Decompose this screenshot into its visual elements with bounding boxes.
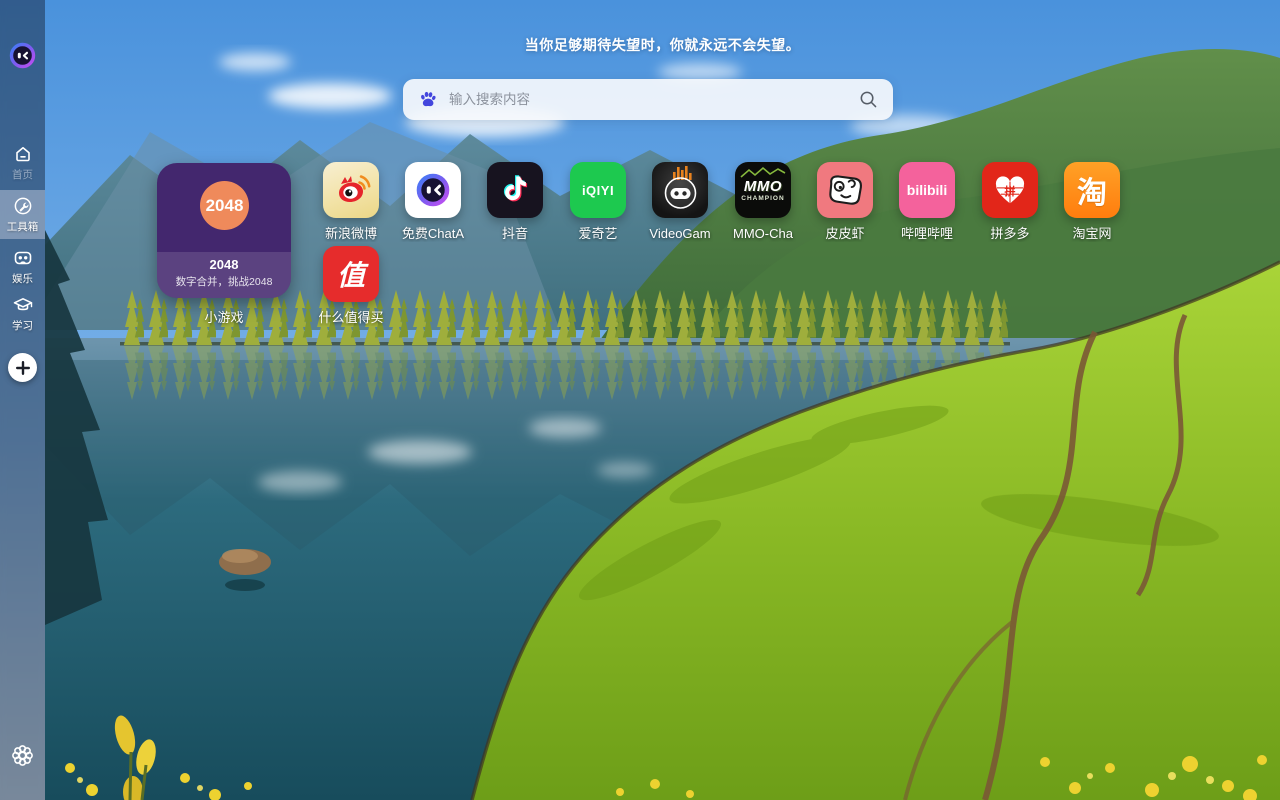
- sidebar-item-entertainment[interactable]: 娱乐: [0, 242, 45, 291]
- app-chata[interactable]: 免费ChatA: [391, 162, 475, 242]
- mmo-champion-icon: MMO CHAMPION: [735, 162, 791, 218]
- app-label: 免费ChatA: [401, 226, 465, 241]
- daily-quote: 当你足够期待失望时，你就永远不会失望。: [524, 37, 801, 53]
- app-label: 什么值得买: [318, 310, 384, 325]
- home-icon: [15, 147, 30, 162]
- chata-icon: [405, 162, 461, 218]
- tile-2048-badge: 2048: [200, 181, 249, 230]
- search-submit-button[interactable]: [858, 89, 879, 110]
- search-bar: [403, 79, 893, 120]
- app-label: 新浪微博: [324, 226, 377, 241]
- category-label: 小游戏: [204, 310, 244, 325]
- sidebar-item-label: 学习: [12, 320, 33, 332]
- app-label: 皮皮虾: [825, 226, 865, 241]
- search-engine-button[interactable]: [417, 89, 439, 111]
- app-label: 爱奇艺: [578, 226, 618, 241]
- sidebar-item-label: 工具箱: [6, 221, 39, 233]
- app-label: 淘宝网: [1072, 226, 1112, 241]
- sidebar-item-study[interactable]: 学习: [0, 289, 45, 338]
- app-label: 拼多多: [990, 226, 1030, 241]
- douyin-icon: [487, 162, 543, 218]
- featured-tile-2048[interactable]: 2048 2048 数字合并，挑战2048 小游戏: [157, 163, 291, 326]
- tile-2048: 2048 2048 数字合并，挑战2048: [157, 163, 291, 298]
- pipixia-icon: [817, 162, 873, 218]
- toolbox-icon: [14, 197, 31, 215]
- app-pipixia[interactable]: 皮皮虾: [803, 162, 887, 242]
- pinduoduo-icon: 拼: [982, 162, 1038, 218]
- app-smzdm[interactable]: 值 什么值得买: [309, 246, 393, 326]
- iqiyi-icon: iQIYI: [570, 162, 626, 218]
- app-label: MMO-Cha: [733, 226, 793, 241]
- chata-logo-icon: [9, 42, 36, 69]
- magnifier-icon: [860, 91, 877, 108]
- app-douyin[interactable]: 抖音: [473, 162, 557, 242]
- videogam-icon: [652, 162, 708, 218]
- app-pinduoduo[interactable]: 拼 拼多多: [968, 162, 1052, 242]
- settings-button[interactable]: [9, 742, 36, 769]
- sidebar-item-toolbox[interactable]: 工具箱: [0, 190, 45, 239]
- app-taobao[interactable]: 淘 淘宝网: [1050, 162, 1134, 242]
- wallpaper: [0, 0, 1280, 800]
- app-label: VideoGam: [649, 226, 711, 241]
- graduation-cap-icon: [13, 298, 32, 311]
- taobao-icon: 淘: [1064, 162, 1120, 218]
- sidebar: 首页 工具箱 娱乐 学习: [0, 0, 45, 800]
- gear-icon: [12, 745, 33, 766]
- tile-2048-title: 2048: [209, 257, 239, 272]
- sidebar-item-home[interactable]: 首页: [0, 138, 45, 187]
- app-label: 哔哩哔哩: [900, 226, 953, 241]
- app-label: 抖音: [501, 226, 528, 241]
- app-bilibili[interactable]: bilibili 哔哩哔哩: [885, 162, 969, 242]
- baidu-paw-icon: [421, 91, 436, 106]
- sidebar-item-label: 娱乐: [12, 273, 33, 285]
- smzdm-icon: 值: [323, 246, 379, 302]
- tile-2048-panel: 2048 数字合并，挑战2048: [157, 252, 291, 298]
- app-videogam[interactable]: VideoGam: [638, 162, 722, 242]
- app-logo[interactable]: [9, 42, 36, 69]
- app-iqiyi[interactable]: iQIYI 爱奇艺: [556, 162, 640, 242]
- weibo-icon: [323, 162, 379, 218]
- bilibili-icon: bilibili: [899, 162, 955, 218]
- add-site-button[interactable]: [8, 353, 37, 382]
- app-mmo-champion[interactable]: MMO CHAMPION MMO-Cha: [721, 162, 805, 242]
- sidebar-item-label: 首页: [12, 169, 33, 181]
- search-input[interactable]: [449, 92, 848, 107]
- plus-icon: [15, 360, 30, 375]
- app-weibo[interactable]: 新浪微博: [309, 162, 393, 242]
- game-mask-icon: [14, 251, 31, 265]
- tile-2048-subtitle: 数字合并，挑战2048: [175, 276, 273, 288]
